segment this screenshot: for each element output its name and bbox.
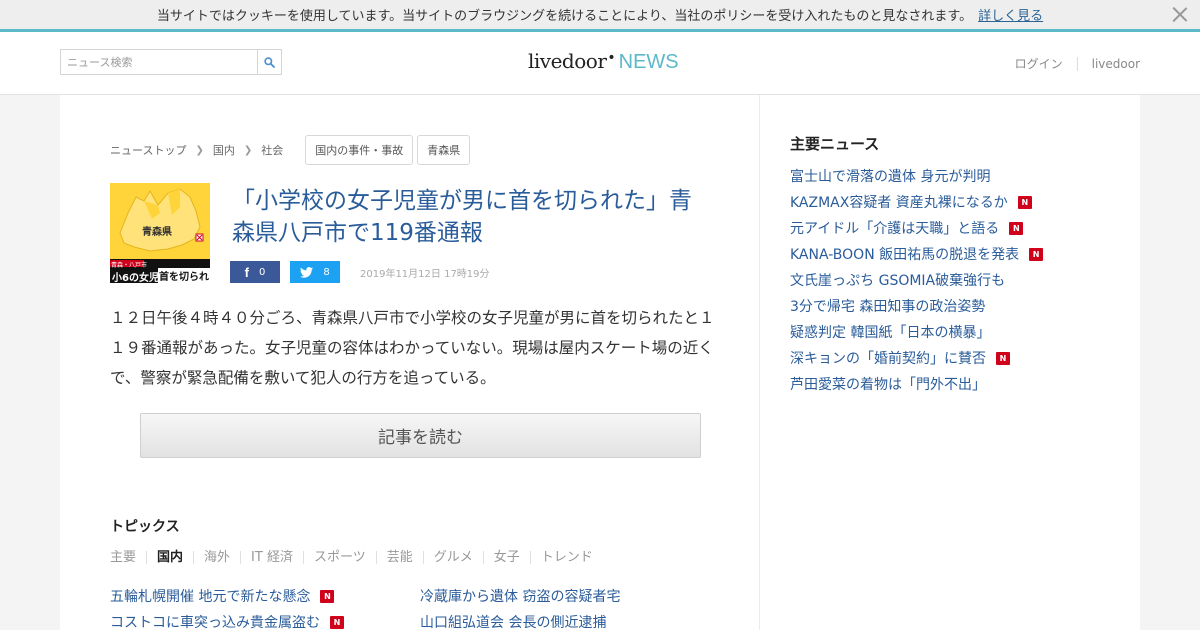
- main-column: ニューストップ ❯ 国内 ❯ 社会 国内の事件・事故 青森県 青森県 青森・八戸…: [60, 95, 760, 630]
- logo-news: NEWS: [618, 51, 679, 73]
- facebook-icon: f: [244, 264, 249, 280]
- breadcrumb-domestic[interactable]: 国内: [213, 142, 235, 158]
- search-input[interactable]: [61, 50, 257, 74]
- topic-item[interactable]: コストコに車突っ込み貴金属盗む N: [110, 609, 344, 630]
- sidebar-news-item[interactable]: 芦田愛菜の着物は「門外不出」: [790, 371, 1043, 397]
- login-link[interactable]: ログイン: [1015, 55, 1063, 72]
- tab-women[interactable]: 女子: [482, 551, 530, 564]
- search-box: [60, 49, 282, 75]
- sidebar-news-text: KANA-BOON 飯田祐馬の脱退を発表: [790, 247, 1020, 263]
- sidebar-news-text: 3分で帰宅 森田知事の政治姿勢: [790, 299, 986, 315]
- article-date: 2019年11月12日 17時19分: [360, 269, 490, 280]
- sidebar-news-item[interactable]: 富士山で滑落の遺体 身元が判明: [790, 163, 1043, 189]
- divider: [1076, 56, 1078, 71]
- sidebar-news-text: 疑惑判定 韓国紙「日本の横暴」: [790, 325, 991, 341]
- site-logo[interactable]: livedoor • NEWS: [528, 49, 679, 79]
- topic-item[interactable]: 山口組弘道会 会長の側近逮捕: [420, 609, 620, 630]
- sidebar: 主要ニュース 富士山で滑落の遺体 身元が判明 KAZMAX容疑者 資産丸裸になる…: [760, 95, 1140, 630]
- cookie-banner: 当サイトではクッキーを使用しています。当サイトのブラウジングを続けることにより、…: [0, 0, 1200, 32]
- tab-sports[interactable]: スポーツ: [302, 551, 376, 564]
- facebook-share-count: 0: [258, 266, 266, 278]
- topics-heading: トピックス: [110, 519, 180, 535]
- new-badge: N: [996, 351, 1010, 365]
- tab-entertainment[interactable]: 芸能: [375, 551, 423, 564]
- search-icon: [264, 56, 275, 68]
- close-icon[interactable]: [1172, 6, 1188, 22]
- sidebar-news-text: 元アイドル「介護は天職」と語る: [790, 221, 1000, 237]
- topic-item-text: 冷蔵庫から遺体 窃盗の容疑者宅: [420, 589, 621, 605]
- thumbnail-caption-small: 青森・八戸市: [111, 262, 148, 269]
- topic-item-text: 五輪札幌開催 地元で新たな懸念: [110, 589, 311, 605]
- thumbnail-caption-left: 小6の女児: [112, 273, 159, 283]
- article-title[interactable]: 「小学校の女子児童が男に首を切られた」青森県八戸市で119番通報: [232, 185, 702, 249]
- header-links: ログイン livedoor: [1015, 55, 1140, 72]
- sidebar-news-item[interactable]: 文氏崖っぷち GSOMIA破棄強行も: [790, 267, 1043, 293]
- sidebar-news-text: KAZMAX容疑者 資産丸裸になるか: [790, 195, 1008, 211]
- logo-dot: •: [607, 50, 616, 66]
- read-article-button[interactable]: 記事を読む: [140, 413, 701, 458]
- new-badge: N: [330, 615, 344, 629]
- sidebar-news-text: 芦田愛菜の着物は「門外不出」: [790, 377, 986, 393]
- twitter-share-button[interactable]: 8: [290, 261, 340, 283]
- topics-list-right: 冷蔵庫から遺体 窃盗の容疑者宅 山口組弘道会 会長の側近逮捕: [420, 583, 620, 630]
- sidebar-news-item[interactable]: 疑惑判定 韓国紙「日本の横暴」: [790, 319, 1043, 345]
- sidebar-news-text: 深キョンの「婚前契約」に賛否: [790, 351, 986, 367]
- new-badge: N: [1009, 221, 1024, 235]
- sidebar-news-text: 文氏崖っぷち GSOMIA破棄強行も: [790, 273, 1006, 289]
- article-lead: １２日午後４時４０分ごろ、青森県八戸市で小学校の女子児童が男に首を切られたと１１…: [110, 309, 715, 387]
- tab-it-economy[interactable]: IT 経済: [240, 551, 303, 564]
- chevron-right-icon: ❯: [195, 144, 204, 156]
- thumbnail-caption-right: 首を切られ: [158, 268, 210, 283]
- chevron-right-icon: ❯: [243, 144, 253, 156]
- tab-gourmet[interactable]: グルメ: [422, 551, 483, 564]
- sidebar-news-item[interactable]: KANA-BOON 飯田祐馬の脱退を発表 N: [790, 241, 1044, 267]
- search-button[interactable]: [257, 50, 281, 74]
- tab-overseas[interactable]: 海外: [193, 551, 240, 564]
- cookie-details-link[interactable]: 詳しく見る: [978, 5, 1043, 24]
- topics-list-left: 五輪札幌開催 地元で新たな懸念 N コストコに車突っ込み貴金属盗む N: [110, 583, 344, 630]
- sidebar-news-item[interactable]: KAZMAX容疑者 資産丸裸になるか N: [790, 189, 1043, 215]
- livedoor-link[interactable]: livedoor: [1092, 57, 1140, 71]
- sidebar-news-item[interactable]: 3分で帰宅 森田知事の政治姿勢: [790, 293, 1043, 319]
- new-badge: N: [1029, 247, 1044, 261]
- article-thumbnail[interactable]: 青森県 青森・八戸市 小6の女児 首を切られ: [110, 183, 210, 283]
- breadcrumb-society[interactable]: 社会: [261, 142, 283, 158]
- twitter-icon: [300, 266, 314, 278]
- sidebar-news-text: 富士山で滑落の遺体 身元が判明: [790, 169, 991, 185]
- tag-aomori[interactable]: 青森県: [417, 135, 471, 165]
- breadcrumb-news-top[interactable]: ニューストップ: [110, 142, 186, 158]
- tab-domestic[interactable]: 国内: [146, 551, 193, 564]
- thumbnail-region-label: 青森県: [142, 227, 172, 238]
- topics-tabs: 主要 国内 海外 IT 経済 スポーツ 芸能 グルメ 女子 トレンド: [110, 551, 603, 564]
- twitter-share-count: 8: [323, 266, 330, 278]
- topic-item[interactable]: 五輪札幌開催 地元で新たな懸念 N: [110, 583, 344, 609]
- new-badge: N: [1017, 195, 1032, 209]
- sidebar-news-list: 富士山で滑落の遺体 身元が判明 KAZMAX容疑者 資産丸裸になるか N 元アイ…: [790, 163, 1044, 397]
- tag-incidents[interactable]: 国内の事件・事故: [305, 135, 414, 165]
- topic-item-text: 山口組弘道会 会長の側近逮捕: [420, 615, 607, 630]
- logo-livedoor: livedoor: [528, 49, 607, 73]
- site-header: livedoor • NEWS ログイン livedoor: [0, 32, 1200, 95]
- sidebar-news-item[interactable]: 深キョンの「婚前契約」に賛否 N: [790, 345, 1043, 371]
- tab-trend[interactable]: トレンド: [529, 551, 603, 564]
- tab-main[interactable]: 主要: [110, 551, 146, 564]
- new-badge: N: [320, 589, 335, 603]
- sidebar-heading: 主要ニュース: [790, 135, 880, 153]
- sidebar-news-item[interactable]: 元アイドル「介護は天職」と語る N: [790, 215, 1043, 241]
- topic-item[interactable]: 冷蔵庫から遺体 窃盗の容疑者宅: [420, 583, 620, 609]
- topic-item-text: コストコに車突っ込み貴金属盗む: [110, 615, 320, 630]
- facebook-share-button[interactable]: f 0: [230, 261, 280, 283]
- cookie-text: 当サイトではクッキーを使用しています。当サイトのブラウジングを続けることにより、…: [156, 9, 973, 24]
- page-content: ニューストップ ❯ 国内 ❯ 社会 国内の事件・事故 青森県 青森県 青森・八戸…: [60, 95, 1140, 630]
- breadcrumb: ニューストップ ❯ 国内 ❯ 社会 国内の事件・事故 青森県: [110, 135, 471, 165]
